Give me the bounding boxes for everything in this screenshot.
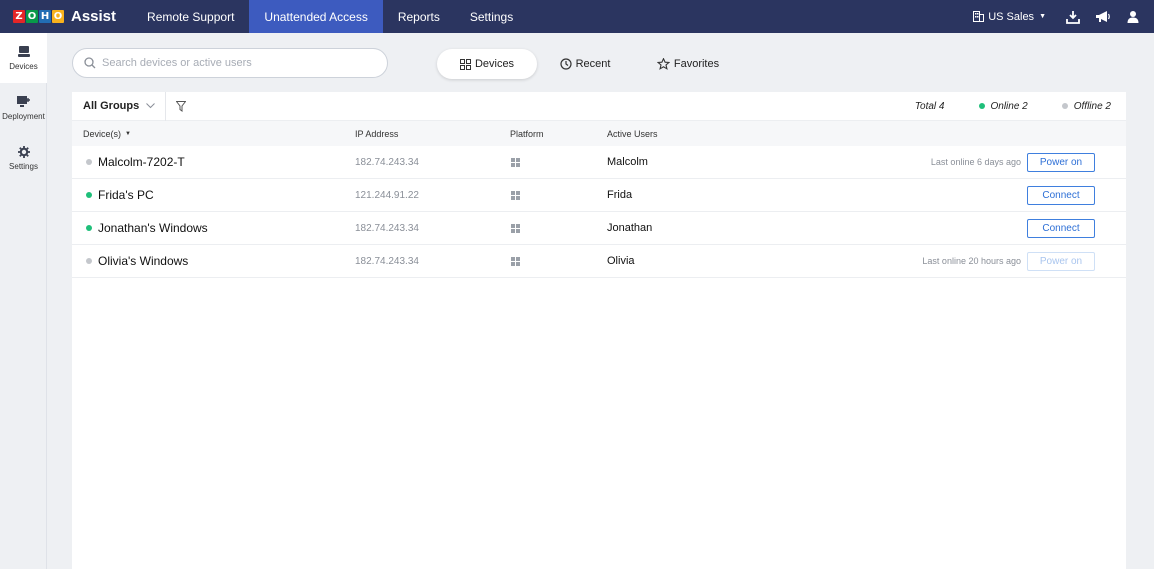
device-name: Malcolm-7202-T	[86, 155, 185, 169]
table-row[interactable]: Frida's PC 121.244.91.22 Frida Connect	[72, 179, 1126, 212]
logo-letter: H	[39, 10, 51, 23]
windows-icon	[511, 190, 520, 200]
offline-dot	[1061, 103, 1068, 109]
online-count: Online 2	[978, 100, 1028, 112]
user-icon[interactable]	[1120, 0, 1146, 33]
offline-count: Offline 2	[1061, 100, 1111, 112]
tab-label: Favorites	[673, 58, 720, 70]
power-on-button[interactable]: Power on	[1027, 251, 1095, 271]
grid-icon	[459, 58, 471, 70]
column-devices[interactable]: Device(s) ▼	[83, 129, 131, 139]
group-label: All Groups	[83, 100, 140, 112]
rail-label: Devices	[9, 61, 38, 71]
deployment-icon	[17, 95, 30, 107]
org-selector[interactable]: US Sales ▼	[973, 11, 1046, 23]
rail-label: Deployment	[2, 111, 45, 121]
windows-icon	[511, 223, 520, 233]
main-nav: Remote Support Unattended Access Reports…	[132, 0, 528, 33]
device-label: Frida's PC	[98, 188, 154, 202]
sort-down-icon: ▼	[125, 130, 131, 137]
devices-icon	[17, 45, 30, 57]
ip-address: 182.74.243.34	[355, 255, 419, 267]
active-user: Frida	[607, 189, 633, 201]
filter-icon	[176, 100, 187, 112]
nav-settings[interactable]: Settings	[455, 0, 528, 33]
column-active-users: Active Users	[607, 128, 658, 139]
tab-devices[interactable]: Devices	[437, 49, 537, 79]
device-label: Malcolm-7202-T	[98, 155, 185, 169]
tab-label: Devices	[474, 58, 515, 70]
table-row[interactable]: Jonathan's Windows 182.74.243.34 Jonatha…	[72, 212, 1126, 245]
active-user: Olivia	[607, 255, 635, 267]
table-row[interactable]: Olivia's Windows 182.74.243.34 Olivia La…	[72, 245, 1126, 278]
building-icon	[973, 11, 985, 22]
search-icon	[84, 57, 96, 69]
tab-recent[interactable]: Recent	[537, 49, 633, 79]
nav-reports[interactable]: Reports	[383, 0, 455, 33]
search-box[interactable]	[72, 48, 388, 78]
top-right-actions: US Sales ▼	[973, 0, 1154, 33]
panel-toolbar: All Groups Total 4 Online 2 Offline 2	[72, 91, 1126, 121]
filter-button[interactable]	[176, 100, 187, 112]
column-label: Device(s)	[83, 128, 122, 139]
nav-remote-support[interactable]: Remote Support	[132, 0, 249, 33]
logo-letter: O	[52, 10, 64, 23]
total-count: Total 4	[914, 100, 945, 112]
online-label: Online 2	[990, 100, 1028, 112]
devices-panel: All Groups Total 4 Online 2 Offline 2 De…	[72, 91, 1126, 569]
nav-unattended-access[interactable]: Unattended Access	[249, 0, 383, 33]
ip-address: 182.74.243.34	[355, 222, 419, 234]
device-label: Olivia's Windows	[98, 254, 189, 268]
search-input[interactable]	[102, 57, 372, 69]
announcement-icon[interactable]	[1090, 0, 1116, 33]
logo-letter: O	[26, 10, 38, 23]
org-label: US Sales	[988, 10, 1035, 23]
column-platform: Platform	[510, 128, 544, 139]
app-name: Assist	[71, 8, 117, 25]
active-user: Jonathan	[607, 222, 653, 234]
ip-address: 182.74.243.34	[355, 156, 419, 168]
table-header: Device(s) ▼ IP Address Platform Active U…	[72, 121, 1126, 146]
caret-down-icon: ▼	[1039, 13, 1046, 20]
device-summary: Total 4 Online 2 Offline 2	[915, 101, 1126, 112]
windows-icon	[511, 157, 520, 167]
offline-label: Offline 2	[1073, 100, 1111, 112]
connect-button[interactable]: Connect	[1027, 185, 1095, 205]
last-online: Last online 20 hours ago	[922, 256, 1021, 266]
chevron-down-icon	[146, 103, 156, 109]
connect-button[interactable]: Connect	[1027, 218, 1095, 238]
power-on-button[interactable]: Power on	[1027, 152, 1095, 172]
device-name: Frida's PC	[86, 188, 154, 202]
rail-item-deployment[interactable]: Deployment	[0, 83, 47, 133]
top-bar: Z O H O Assist Remote Support Unattended…	[0, 0, 1154, 33]
device-name: Olivia's Windows	[86, 254, 188, 268]
ip-address: 121.244.91.22	[355, 189, 419, 201]
online-dot	[978, 103, 985, 109]
rail-item-settings[interactable]: Settings	[0, 133, 47, 183]
windows-icon	[511, 256, 520, 266]
download-icon[interactable]	[1060, 0, 1086, 33]
column-ip: IP Address	[355, 128, 399, 139]
status-dot	[86, 159, 92, 165]
status-dot	[86, 192, 92, 198]
zoho-assist-logo[interactable]: Z O H O Assist	[13, 8, 116, 25]
gear-icon	[17, 145, 30, 158]
status-dot	[86, 258, 92, 264]
table-row[interactable]: Malcolm-7202-T 182.74.243.34 Malcolm Las…	[72, 146, 1126, 179]
rail-label: Settings	[9, 161, 38, 171]
active-user: Malcolm	[607, 156, 648, 168]
star-icon	[656, 58, 670, 70]
left-rail: Devices Deployment Settings	[0, 33, 47, 569]
clock-icon	[559, 58, 572, 70]
view-tabs: Devices Recent Favorites	[437, 49, 743, 79]
logo-letter: Z	[13, 10, 25, 23]
device-label: Jonathan's Windows	[98, 221, 208, 235]
last-online: Last online 6 days ago	[930, 157, 1021, 167]
status-dot	[86, 225, 92, 231]
rail-item-devices[interactable]: Devices	[0, 33, 47, 83]
device-name: Jonathan's Windows	[86, 221, 208, 235]
group-dropdown[interactable]: All Groups	[72, 91, 167, 121]
tab-favorites[interactable]: Favorites	[633, 49, 743, 79]
tab-label: Recent	[575, 58, 611, 70]
